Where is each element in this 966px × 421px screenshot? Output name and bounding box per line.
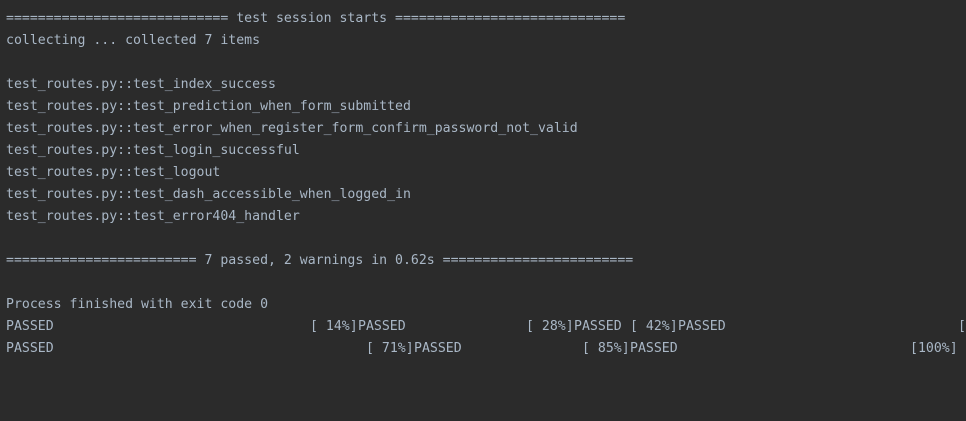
passed-label: PASSED	[574, 319, 622, 334]
progress-percent: [ 42%]	[630, 319, 678, 334]
progress-percent: [ 71%]	[366, 341, 414, 356]
passed-label: PASSED	[6, 341, 54, 356]
passed-label: PASSED	[358, 319, 406, 334]
summary-line: ======================== 7 passed, 2 war…	[6, 253, 634, 268]
test-item: test_routes.py::test_prediction_when_for…	[6, 99, 411, 114]
progress-percent: [ 85%]	[582, 341, 630, 356]
passed-label: PASSED	[6, 319, 54, 334]
truncated-bracket: [	[958, 319, 966, 334]
test-item: test_routes.py::test_error_when_register…	[6, 121, 578, 136]
run-console-output[interactable]: ============================ test sessio…	[0, 0, 966, 421]
test-item: test_routes.py::test_login_successful	[6, 143, 300, 158]
passed-label: PASSED	[678, 319, 726, 334]
collecting-line: collecting ... collected 7 items	[6, 33, 261, 48]
progress-percent: [100%]	[910, 341, 958, 356]
passed-label: PASSED	[414, 341, 462, 356]
passed-label: PASSED	[630, 341, 678, 356]
test-item: test_routes.py::test_error404_handler	[6, 209, 300, 224]
progress-percent: [ 14%]	[310, 319, 358, 334]
test-item: test_routes.py::test_index_success	[6, 77, 276, 92]
test-item: test_routes.py::test_logout	[6, 165, 221, 180]
progress-percent: [ 28%]	[526, 319, 574, 334]
session-header-line: ============================ test sessio…	[6, 11, 626, 26]
test-item: test_routes.py::test_dash_accessible_whe…	[6, 187, 411, 202]
process-finished-line: Process finished with exit code 0	[6, 297, 269, 312]
